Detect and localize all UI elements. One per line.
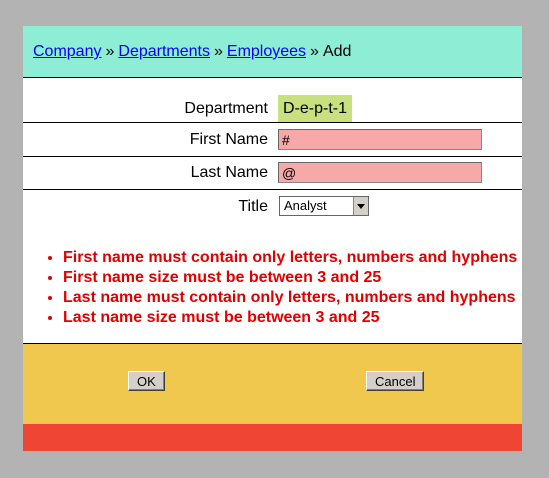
- breadcrumb-current: Add: [322, 43, 352, 60]
- employee-add-panel: Company» Departments» Employees» Add Depart…: [23, 26, 522, 451]
- first-name-row: First Name: [23, 123, 522, 157]
- department-row: Department D-e-p-t-1: [23, 78, 522, 123]
- cancel-button[interactable]: Cancel: [366, 371, 425, 391]
- breadcrumb-link-employees[interactable]: Employees: [227, 43, 306, 60]
- breadcrumb-separator: »: [310, 43, 319, 60]
- error-message: First name size must be between 3 and 25: [63, 268, 517, 288]
- first-name-label: First Name: [189, 131, 268, 148]
- title-select[interactable]: Analyst: [279, 196, 369, 216]
- last-name-input[interactable]: [278, 162, 482, 183]
- error-list: First name must contain only letters, nu…: [47, 248, 517, 328]
- breadcrumb-link-departments[interactable]: Departments: [118, 43, 210, 60]
- department-label: Department: [184, 100, 268, 117]
- error-message: Last name size must be between 3 and 25: [63, 308, 517, 328]
- bottom-bar: [23, 424, 522, 451]
- breadcrumb-link-company[interactable]: Company: [33, 43, 101, 60]
- last-name-row: Last Name: [23, 157, 522, 190]
- last-name-label: Last Name: [190, 164, 268, 181]
- button-bar: OK Cancel: [23, 343, 522, 424]
- header-bar: Company» Departments» Employees» Add: [23, 26, 522, 78]
- chevron-down-icon[interactable]: [353, 197, 368, 215]
- title-row: Title Analyst: [23, 190, 522, 222]
- title-select-value: Analyst: [284, 198, 327, 213]
- breadcrumb-separator: »: [105, 43, 115, 60]
- error-message: Last name must contain only letters, num…: [63, 288, 517, 308]
- first-name-input[interactable]: [278, 129, 482, 150]
- error-message: First name must contain only letters, nu…: [63, 248, 517, 268]
- breadcrumb: Company» Departments» Employees» Add: [33, 43, 351, 61]
- department-value: D-e-p-t-1: [278, 95, 353, 122]
- title-label: Title: [238, 198, 268, 215]
- breadcrumb-separator: »: [213, 43, 223, 60]
- ok-button[interactable]: OK: [128, 371, 165, 391]
